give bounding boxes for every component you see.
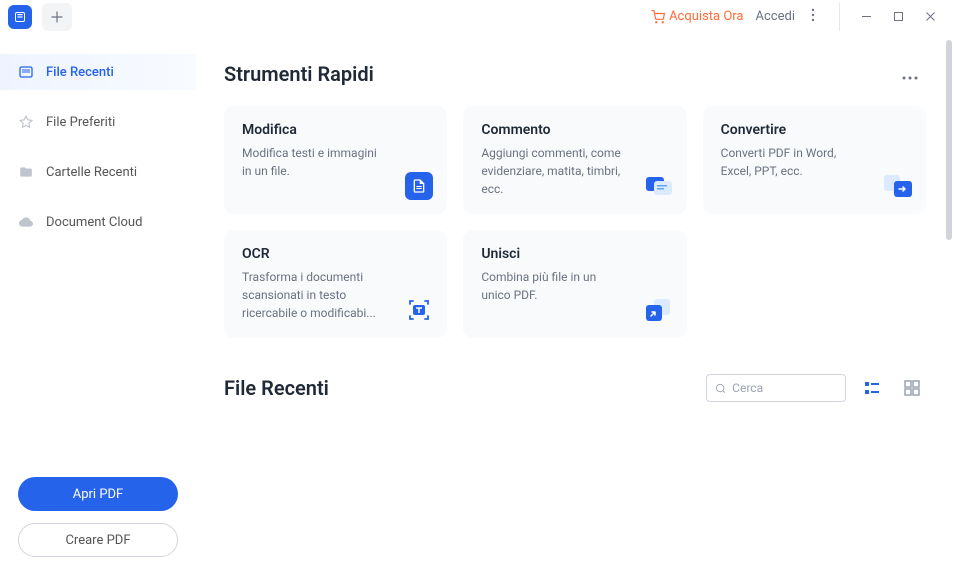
tool-title: Modifica bbox=[242, 122, 429, 138]
tool-desc: Trasforma i documenti scansionati in tes… bbox=[242, 268, 387, 322]
grid-view-button[interactable] bbox=[898, 374, 926, 402]
folder-icon bbox=[18, 164, 34, 180]
close-icon bbox=[925, 11, 936, 22]
comment-icon bbox=[645, 172, 673, 200]
recent-files-icon bbox=[18, 64, 34, 80]
titlebar: Acquista Ora Accedi bbox=[0, 0, 954, 34]
close-button[interactable] bbox=[914, 3, 946, 31]
sidebar-actions: Apri PDF Creare PDF bbox=[0, 477, 196, 577]
grid-view-icon bbox=[904, 380, 920, 396]
sidebar-item-recent-files[interactable]: File Recenti bbox=[0, 54, 196, 90]
plus-icon bbox=[51, 11, 63, 23]
buy-now-link[interactable]: Acquista Ora bbox=[651, 9, 743, 24]
recent-files-title: File Recenti bbox=[224, 376, 694, 400]
convert-icon bbox=[884, 172, 912, 200]
sidebar-item-label: Cartelle Recenti bbox=[46, 165, 137, 180]
open-pdf-button[interactable]: Apri PDF bbox=[18, 477, 178, 511]
sidebar: File Recenti File Preferiti Cartelle Rec… bbox=[0, 34, 196, 577]
sidebar-spacer bbox=[0, 254, 196, 477]
tools-grid: Modifica Modifica testi e immagini in un… bbox=[224, 106, 926, 338]
merge-icon bbox=[645, 296, 673, 324]
sidebar-item-label: File Recenti bbox=[46, 65, 114, 80]
buy-now-label: Acquista Ora bbox=[669, 9, 743, 24]
sidebar-item-label: File Preferiti bbox=[46, 115, 115, 130]
tool-card-edit[interactable]: Modifica Modifica testi e immagini in un… bbox=[224, 106, 447, 214]
quick-tools-title: Strumenti Rapidi bbox=[224, 62, 374, 86]
minimize-button[interactable] bbox=[850, 3, 882, 31]
tool-card-convert[interactable]: Convertire Converti PDF in Word, Excel, … bbox=[703, 106, 926, 214]
search-box[interactable] bbox=[706, 374, 846, 402]
search-icon bbox=[715, 382, 726, 395]
sidebar-item-document-cloud[interactable]: Document Cloud bbox=[0, 204, 196, 240]
new-tab-button[interactable] bbox=[42, 3, 72, 31]
minimize-icon bbox=[861, 11, 872, 22]
main-content: Strumenti Rapidi Modifica Modifica testi… bbox=[196, 34, 954, 577]
list-view-icon bbox=[864, 380, 880, 396]
sidebar-item-recent-folders[interactable]: Cartelle Recenti bbox=[0, 154, 196, 190]
tool-card-merge[interactable]: Unisci Combina più file in un unico PDF. bbox=[463, 230, 686, 338]
recent-files-header: File Recenti bbox=[224, 374, 926, 402]
tool-title: Unisci bbox=[481, 246, 668, 262]
main-scroll: Strumenti Rapidi Modifica Modifica testi… bbox=[224, 62, 926, 549]
kebab-menu[interactable] bbox=[807, 3, 819, 30]
tool-title: Convertire bbox=[721, 122, 908, 138]
maximize-icon bbox=[893, 11, 904, 22]
scrollbar-thumb[interactable] bbox=[946, 40, 952, 240]
kebab-icon bbox=[811, 8, 815, 22]
app-logo-icon bbox=[13, 10, 27, 24]
ocr-icon bbox=[405, 296, 433, 324]
star-icon bbox=[18, 114, 34, 130]
search-input[interactable] bbox=[732, 381, 837, 395]
sidebar-item-label: Document Cloud bbox=[46, 215, 142, 230]
maximize-button[interactable] bbox=[882, 3, 914, 31]
scrollbar-track bbox=[946, 40, 952, 569]
tool-desc: Combina più file in un unico PDF. bbox=[481, 268, 626, 304]
window-controls bbox=[839, 3, 946, 31]
create-pdf-button[interactable]: Creare PDF bbox=[18, 523, 178, 557]
tool-desc: Modifica testi e immagini in un file. bbox=[242, 144, 387, 180]
list-view-button[interactable] bbox=[858, 374, 886, 402]
tool-desc: Aggiungi commenti, come evidenziare, mat… bbox=[481, 144, 626, 198]
app-logo bbox=[8, 5, 32, 29]
ellipsis-icon bbox=[902, 76, 918, 80]
tool-title: OCR bbox=[242, 246, 429, 262]
tool-title: Commento bbox=[481, 122, 668, 138]
cart-icon bbox=[651, 10, 665, 24]
sidebar-item-favorite-files[interactable]: File Preferiti bbox=[0, 104, 196, 140]
tool-desc: Converti PDF in Word, Excel, PPT, ecc. bbox=[721, 144, 866, 180]
cloud-icon bbox=[18, 214, 34, 230]
quick-tools-header: Strumenti Rapidi bbox=[224, 62, 926, 86]
edit-icon bbox=[405, 172, 433, 200]
login-link[interactable]: Accedi bbox=[756, 9, 795, 24]
tool-card-comment[interactable]: Commento Aggiungi commenti, come evidenz… bbox=[463, 106, 686, 214]
titlebar-right: Acquista Ora Accedi bbox=[651, 3, 946, 31]
body-wrap: File Recenti File Preferiti Cartelle Rec… bbox=[0, 34, 954, 577]
more-tools-button[interactable] bbox=[902, 65, 926, 84]
tool-card-ocr[interactable]: OCR Trasforma i documenti scansionati in… bbox=[224, 230, 447, 338]
